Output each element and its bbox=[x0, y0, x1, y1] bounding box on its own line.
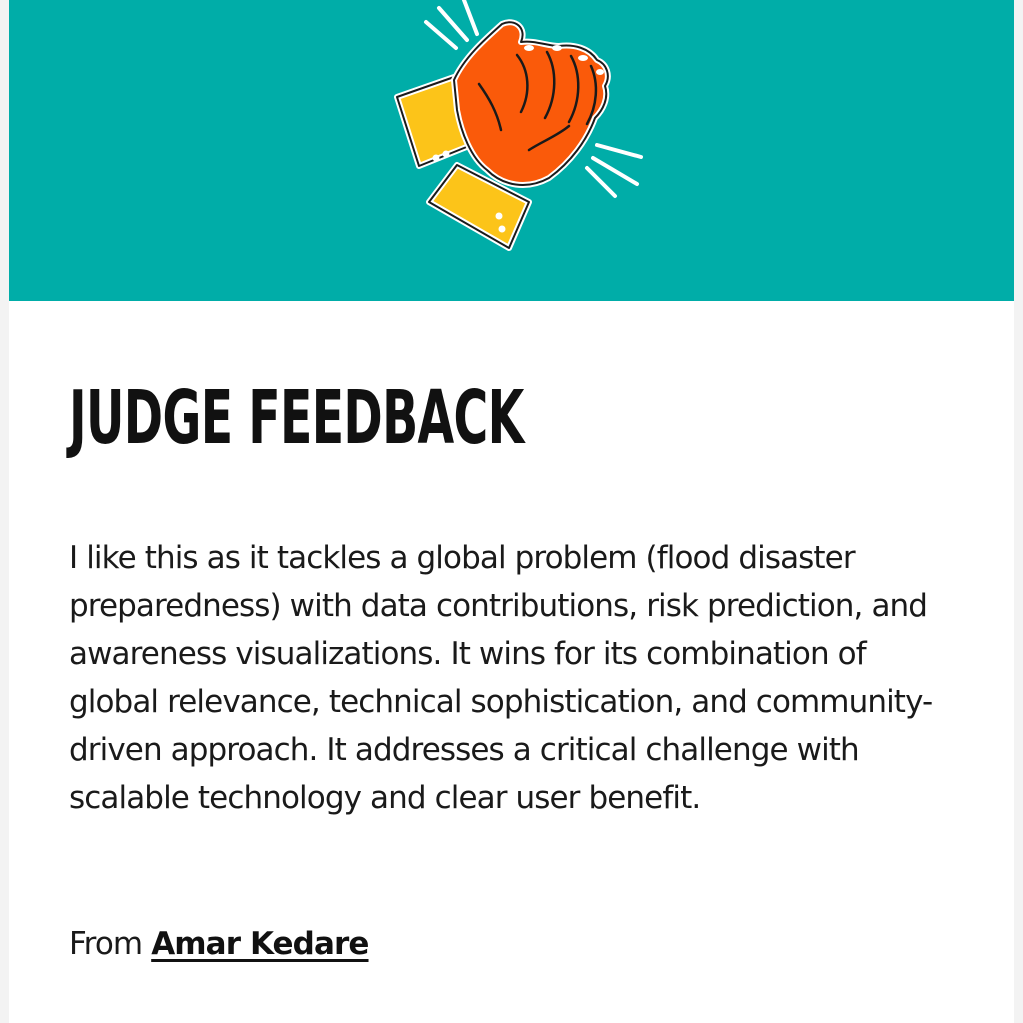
feedback-text: I like this as it tackles a global probl… bbox=[69, 540, 933, 816]
header-banner bbox=[9, 0, 1014, 301]
attribution: From Amar Kedare bbox=[69, 920, 369, 968]
clapping-hands-icon bbox=[394, 0, 643, 251]
author-link[interactable]: Amar Kedare bbox=[151, 926, 369, 962]
page-title: JUDGE FEEDBACK bbox=[69, 375, 524, 461]
judge-feedback-card: JUDGE FEEDBACK I like this as it tackles… bbox=[9, 0, 1014, 1023]
attribution-prefix: From bbox=[69, 926, 143, 962]
